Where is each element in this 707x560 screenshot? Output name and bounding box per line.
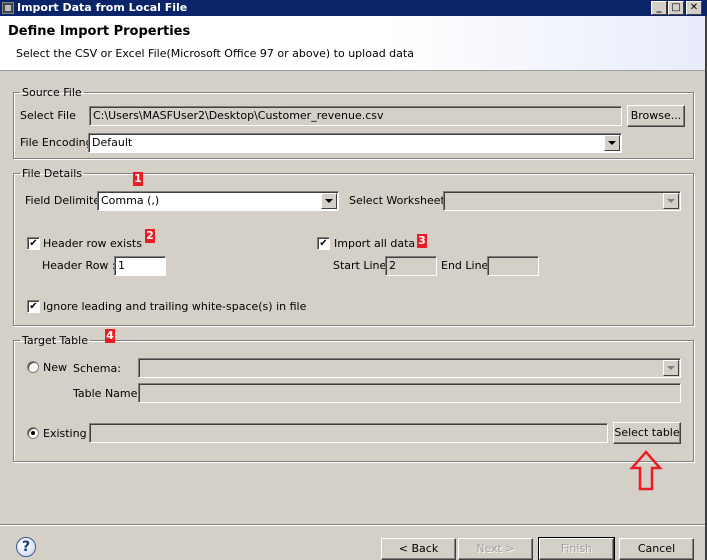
select-worksheet-label: Select Worksheet: bbox=[349, 194, 449, 207]
page-title: Define Import Properties bbox=[8, 24, 191, 39]
window-title: Import Data from Local File bbox=[17, 1, 188, 14]
schema-select[interactable] bbox=[138, 358, 681, 378]
existing-table-radio[interactable] bbox=[27, 427, 39, 439]
new-table-label: New bbox=[43, 361, 67, 374]
footer-separator bbox=[0, 524, 705, 526]
finish-button[interactable]: Finish bbox=[538, 537, 615, 560]
file-encoding-value: Default bbox=[92, 136, 133, 149]
new-table-radio[interactable] bbox=[27, 361, 39, 373]
select-file-input[interactable]: C:\Users\MASFUser2\Desktop\Customer_reve… bbox=[89, 106, 622, 126]
source-file-legend: Source File bbox=[22, 86, 82, 99]
header-row-input[interactable]: 1 bbox=[114, 256, 166, 276]
existing-table-label: Existing bbox=[43, 427, 87, 440]
chevron-down-icon[interactable] bbox=[663, 360, 679, 376]
header-row-label: Header Row : bbox=[42, 259, 116, 272]
import-all-data-checkbox[interactable]: ✔ bbox=[317, 237, 330, 250]
annotation-badge-1: 1 bbox=[133, 172, 143, 186]
cancel-button[interactable]: Cancel bbox=[619, 538, 694, 560]
maximize-button[interactable]: □ bbox=[668, 1, 684, 15]
ignore-whitespace-label: Ignore leading and trailing white-space(… bbox=[43, 300, 307, 313]
next-button[interactable]: Next > bbox=[458, 538, 533, 560]
import-all-data-label: Import all data bbox=[334, 237, 416, 250]
title-bar[interactable]: Import Data from Local File _ □ ✕ bbox=[0, 0, 707, 16]
field-delimiter-label: Field Delimiter bbox=[25, 194, 105, 207]
app-icon bbox=[2, 2, 14, 14]
back-button[interactable]: < Back bbox=[381, 538, 456, 560]
select-worksheet-select[interactable] bbox=[443, 191, 681, 211]
page-description: Select the CSV or Excel File(Microsoft O… bbox=[16, 47, 414, 60]
start-line-label: Start Line bbox=[333, 259, 387, 272]
existing-table-input[interactable] bbox=[89, 423, 608, 443]
annotation-badge-2: 2 bbox=[145, 229, 155, 243]
table-name-label: Table Name: bbox=[73, 387, 142, 400]
target-table-legend: Target Table bbox=[22, 334, 88, 347]
file-encoding-select[interactable]: Default bbox=[88, 133, 622, 153]
table-name-input[interactable] bbox=[138, 383, 681, 403]
ignore-whitespace-checkbox[interactable]: ✔ bbox=[27, 300, 40, 313]
close-button[interactable]: ✕ bbox=[686, 1, 702, 15]
chevron-down-icon[interactable] bbox=[321, 193, 337, 209]
header-row-exists-checkbox[interactable]: ✔ bbox=[27, 237, 40, 250]
header-row-exists-label: Header row exists bbox=[43, 237, 142, 250]
chevron-down-icon[interactable] bbox=[663, 193, 679, 209]
end-line-input[interactable] bbox=[487, 256, 539, 276]
annotation-badge-3: 3 bbox=[417, 234, 427, 248]
schema-label: Schema: bbox=[73, 362, 121, 375]
select-table-button[interactable]: Select table bbox=[613, 422, 681, 444]
end-line-label: End Line bbox=[441, 259, 489, 272]
wizard-header: Define Import Properties Select the CSV … bbox=[0, 16, 706, 71]
annotation-badge-4: 4 bbox=[105, 329, 115, 343]
browse-button[interactable]: Browse... bbox=[627, 105, 685, 127]
file-encoding-label: File Encoding bbox=[20, 136, 93, 149]
file-details-legend: File Details bbox=[22, 167, 83, 180]
field-delimiter-select[interactable]: Comma (,) bbox=[97, 191, 339, 211]
annotation-arrow-icon bbox=[629, 450, 663, 491]
chevron-down-icon[interactable] bbox=[604, 135, 620, 151]
start-line-input[interactable]: 2 bbox=[385, 256, 437, 276]
help-icon[interactable]: ? bbox=[16, 537, 36, 557]
select-file-label: Select File bbox=[20, 109, 76, 122]
field-delimiter-value: Comma (,) bbox=[101, 194, 160, 207]
minimize-button[interactable]: _ bbox=[651, 1, 667, 15]
